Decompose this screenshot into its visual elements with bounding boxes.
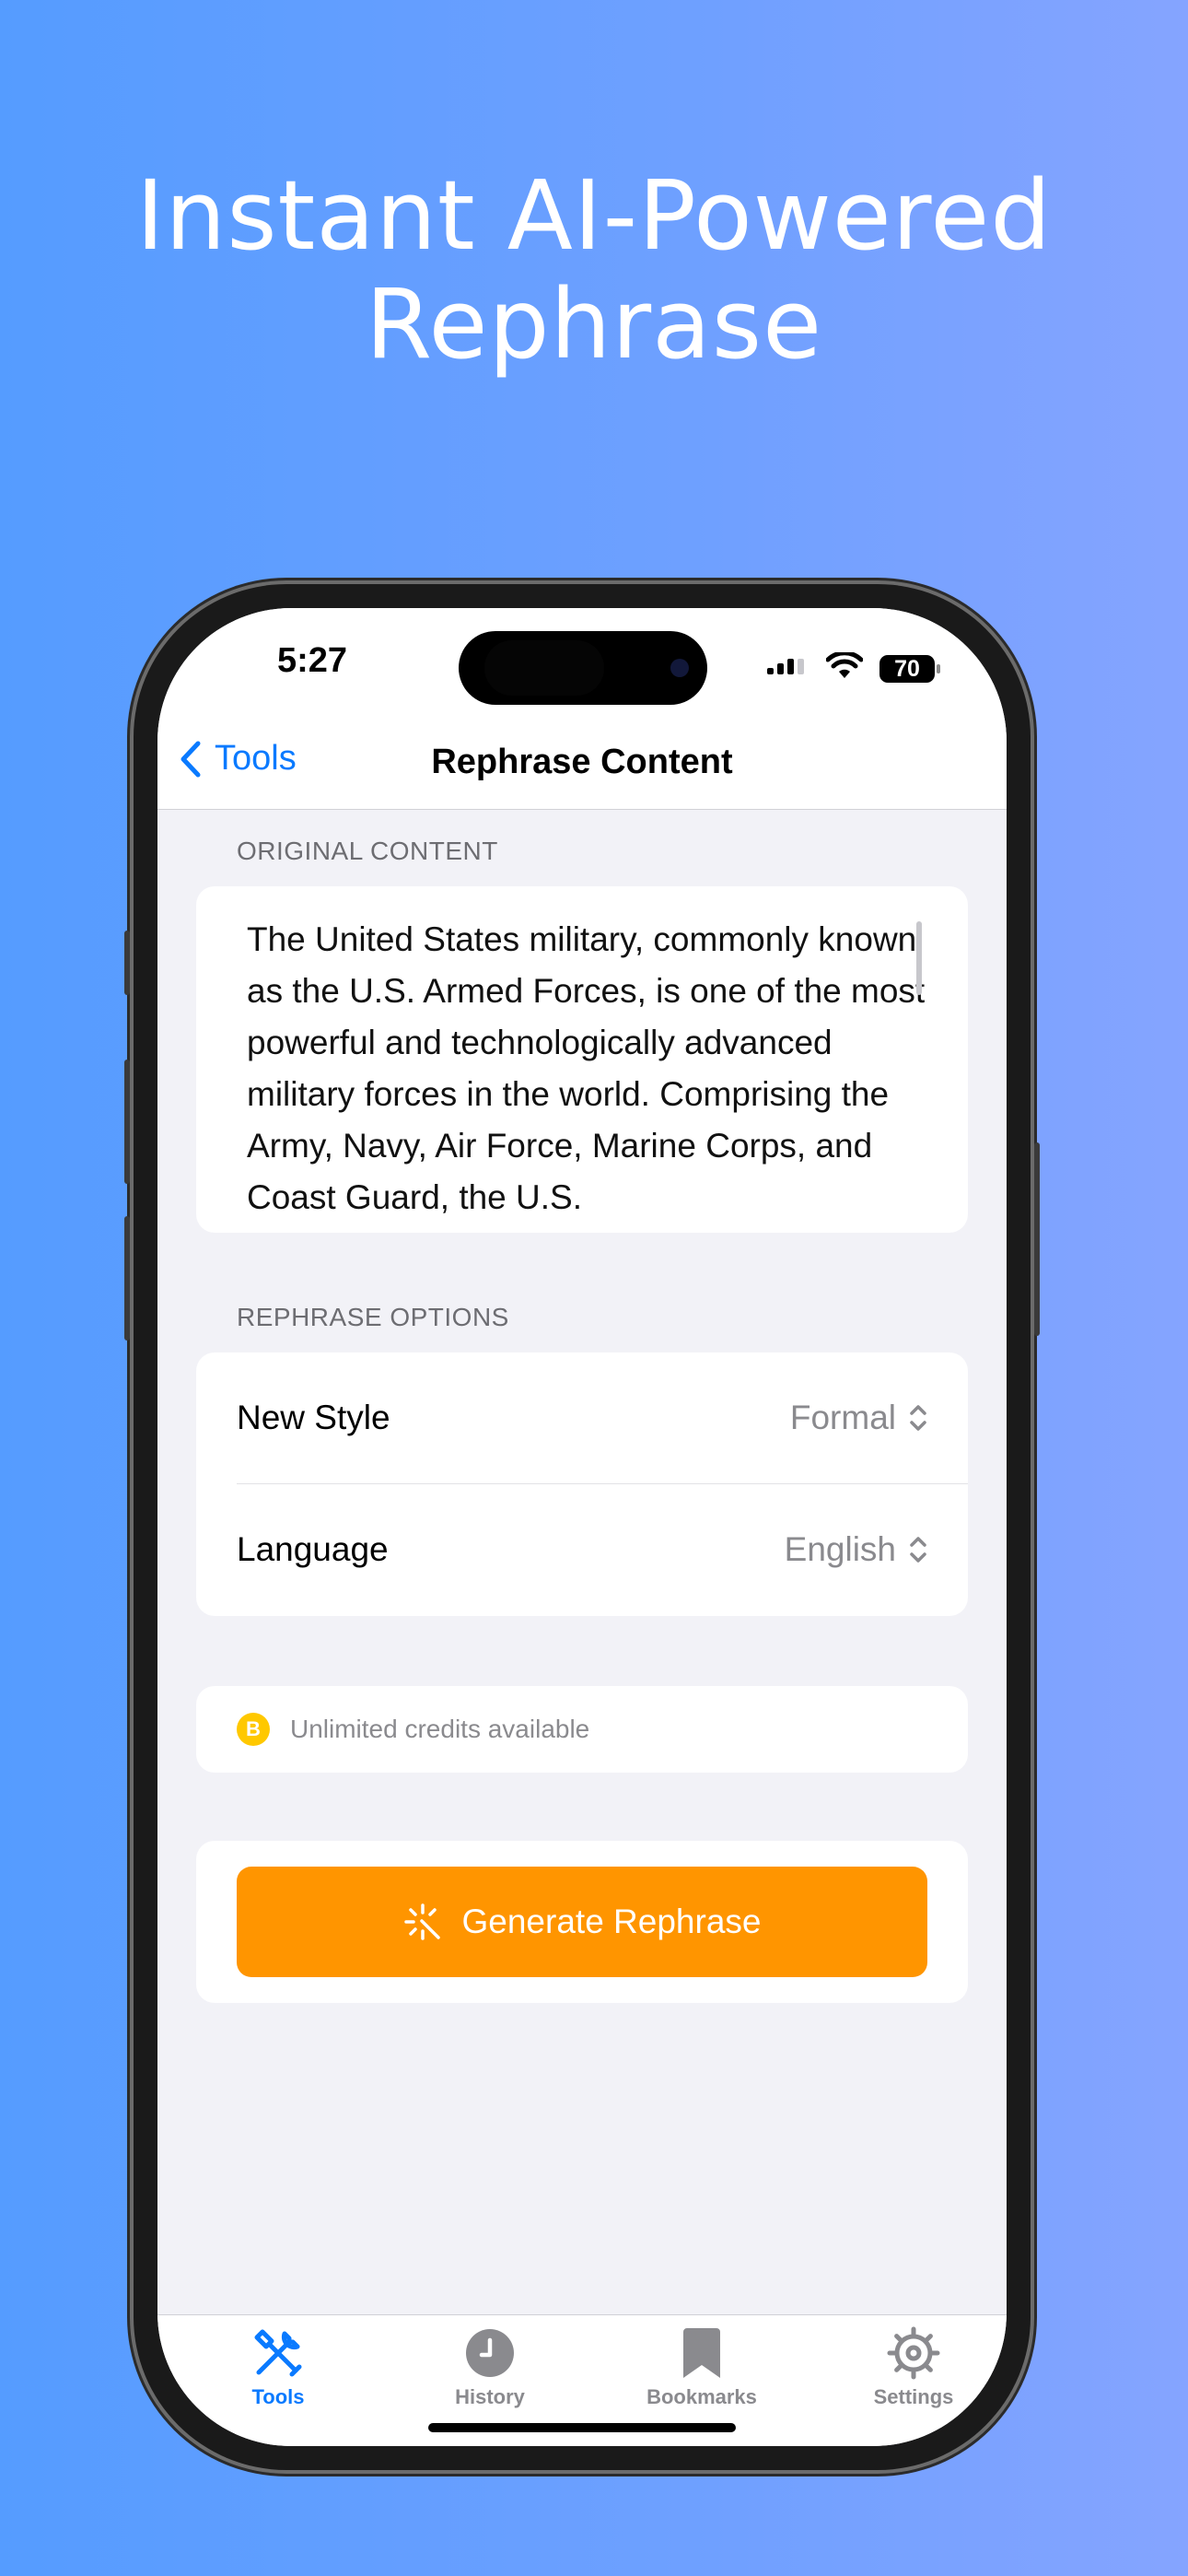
tab-history[interactable]: History: [398, 2324, 582, 2409]
style-picker-row[interactable]: New Style Formal: [237, 1352, 927, 1483]
credits-row: B Unlimited credits available: [196, 1686, 968, 1773]
style-value: Formal: [789, 1399, 896, 1436]
generate-label: Generate Rephrase: [461, 1903, 762, 1940]
dynamic-island: [459, 631, 707, 705]
original-content-label: ORIGINAL CONTENT: [237, 837, 498, 865]
status-time: 5:27: [277, 641, 348, 680]
language-label: Language: [237, 1530, 389, 1568]
generate-card: Generate Rephrase: [196, 1841, 968, 2003]
action-button: [124, 931, 130, 995]
headline-line-1: Instant AI-Powered: [135, 159, 1053, 272]
tab-settings[interactable]: Settings: [821, 2324, 1006, 2409]
wifi-icon: [825, 650, 864, 685]
screen: 5:27 70 Tools Rephrase Content ORIGINAL …: [157, 608, 1007, 2446]
sparkle-wand-icon: [403, 1903, 440, 1940]
tab-settings-label: Settings: [873, 2385, 954, 2408]
up-down-chevron-icon: [910, 1405, 926, 1431]
coin-icon: B: [237, 1713, 270, 1746]
gear-icon: [887, 2326, 940, 2380]
volume-down-button: [124, 1216, 130, 1341]
generate-rephrase-button[interactable]: Generate Rephrase: [237, 1867, 927, 1977]
language-picker-row[interactable]: Language English: [237, 1484, 927, 1615]
home-indicator[interactable]: [428, 2423, 736, 2432]
up-down-chevron-icon: [910, 1537, 926, 1563]
headline: Instant AI-Powered Rephrase: [0, 161, 1188, 379]
style-label: New Style: [237, 1399, 390, 1436]
battery-indicator: 70: [879, 654, 940, 683]
page-title: Rephrase Content: [431, 743, 733, 781]
status-bar: 5:27 70: [157, 608, 1007, 719]
credits-text: Unlimited credits available: [290, 1715, 590, 1743]
credits-card: B Unlimited credits available: [196, 1686, 968, 1773]
navigation-bar: Tools Rephrase Content: [157, 719, 1007, 810]
signal-icon: [767, 653, 809, 684]
language-value: English: [784, 1530, 896, 1568]
style-picker[interactable]: Formal: [790, 1399, 927, 1437]
rephrase-options-card: New Style Formal Language English: [196, 1352, 968, 1616]
headline-line-2: Rephrase: [365, 268, 823, 381]
scrollbar[interactable]: [916, 921, 922, 995]
tab-tools[interactable]: Tools: [186, 2324, 370, 2409]
power-button: [1034, 1142, 1040, 1336]
tools-icon: [254, 2329, 302, 2377]
tab-history-label: History: [455, 2385, 525, 2408]
language-picker[interactable]: English: [785, 1530, 927, 1569]
original-content-text[interactable]: The United States military, commonly kno…: [247, 914, 928, 1213]
island-sensor: [484, 640, 604, 696]
original-content-card[interactable]: The United States military, commonly kno…: [196, 886, 968, 1233]
rephrase-options-label: REPHRASE OPTIONS: [237, 1303, 509, 1331]
status-icons: 70: [767, 650, 940, 685]
tab-bookmarks[interactable]: Bookmarks: [610, 2324, 794, 2409]
bookmark-icon: [683, 2328, 720, 2378]
tab-bookmarks-label: Bookmarks: [646, 2385, 757, 2408]
volume-up-button: [124, 1060, 130, 1184]
front-camera: [670, 659, 689, 677]
clock-icon: [466, 2329, 514, 2377]
tab-tools-label: Tools: [251, 2385, 305, 2408]
phone-frame: 5:27 70 Tools Rephrase Content ORIGINAL …: [124, 580, 1040, 2474]
